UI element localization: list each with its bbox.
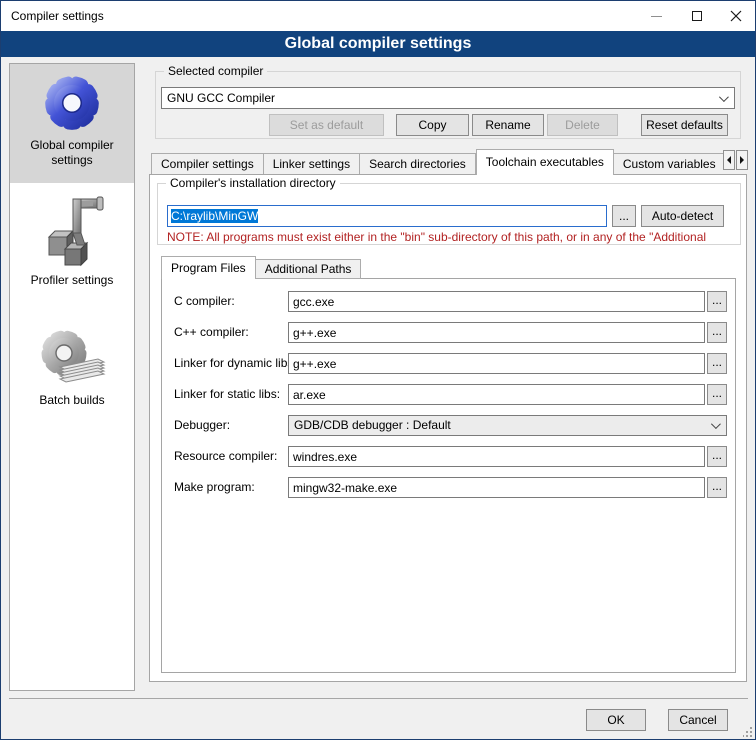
resource-compiler-input[interactable] (288, 446, 705, 467)
cpp-compiler-browse-button[interactable]: ... (707, 322, 727, 343)
program-files-panel: C compiler: ... C++ compiler: ... Linker… (161, 278, 736, 673)
installation-directory-browse-button[interactable]: ... (612, 205, 636, 227)
chevron-down-icon (711, 419, 721, 429)
chevron-down-icon (719, 92, 729, 102)
make-program-input[interactable] (288, 477, 705, 498)
installation-directory-input[interactable]: C:\raylib\MinGW (167, 205, 607, 227)
tab-toolchain-executables[interactable]: Toolchain executables (476, 149, 614, 175)
debugger-select-value: GDB/CDB debugger : Default (294, 418, 451, 432)
sidebar-item-profiler-settings[interactable]: Profiler settings (10, 191, 134, 293)
blue-gear-icon (39, 70, 105, 136)
compiler-select[interactable]: GNU GCC Compiler (161, 87, 735, 109)
compiler-settings-dialog: Compiler settings Global compiler settin… (0, 0, 756, 740)
maximize-icon (692, 11, 702, 21)
c-compiler-browse-button[interactable]: ... (707, 291, 727, 312)
linker-dynamic-browse-button[interactable]: ... (707, 353, 727, 374)
tab-scroll-left-button[interactable] (723, 150, 735, 170)
tab-additional-paths[interactable]: Additional Paths (256, 259, 362, 279)
ok-button[interactable]: OK (586, 709, 646, 731)
minimize-button[interactable] (639, 1, 673, 31)
gray-gear-stack-icon (34, 321, 110, 391)
installation-directory-value: C:\raylib\MinGW (171, 209, 258, 223)
debugger-select[interactable]: GDB/CDB debugger : Default (288, 415, 727, 436)
installation-directory-group-label: Compiler's installation directory (166, 176, 340, 190)
caliper-tool-icon (37, 193, 107, 271)
c-compiler-input[interactable] (288, 291, 705, 312)
sidebar-item-label: Batch builds (10, 391, 134, 414)
linker-dynamic-input[interactable] (288, 353, 705, 374)
tab-scroll-right-button[interactable] (736, 150, 748, 170)
compiler-select-value: GNU GCC Compiler (167, 91, 275, 105)
selected-compiler-group-label: Selected compiler (164, 64, 267, 78)
tab-linker-settings[interactable]: Linker settings (264, 153, 360, 175)
cpp-compiler-input[interactable] (288, 322, 705, 343)
make-program-label: Make program: (174, 477, 255, 498)
linker-dynamic-label: Linker for dynamic libs: (174, 353, 297, 374)
set-as-default-button: Set as default (269, 114, 384, 136)
bin-subdirectory-note: NOTE: All programs must exist either in … (167, 230, 735, 244)
arrow-right-icon (740, 156, 744, 164)
arrow-left-icon (727, 156, 731, 164)
linker-static-browse-button[interactable]: ... (707, 384, 727, 405)
sidebar-item-global-compiler-settings[interactable]: Global compiler settings (10, 64, 134, 183)
debugger-label: Debugger: (174, 415, 230, 436)
linker-static-input[interactable] (288, 384, 705, 405)
close-button[interactable] (719, 1, 753, 31)
make-program-browse-button[interactable]: ... (707, 477, 727, 498)
window-title: Compiler settings (11, 9, 104, 23)
tab-search-directories[interactable]: Search directories (360, 153, 476, 175)
reset-defaults-button[interactable]: Reset defaults (641, 114, 728, 136)
resource-compiler-browse-button[interactable]: ... (707, 446, 727, 467)
footer-separator (9, 698, 748, 699)
rename-button[interactable]: Rename (472, 114, 544, 136)
program-files-tabs: Program Files Additional Paths (161, 256, 361, 279)
cancel-button[interactable]: Cancel (668, 709, 728, 731)
auto-detect-button[interactable]: Auto-detect (641, 205, 724, 227)
tab-compiler-settings[interactable]: Compiler settings (151, 153, 264, 175)
titlebar: Compiler settings (1, 1, 755, 31)
cpp-compiler-label: C++ compiler: (174, 322, 249, 343)
sidebar-item-batch-builds[interactable]: Batch builds (10, 319, 134, 419)
sidebar-item-label: Profiler settings (10, 271, 134, 294)
dialog-heading: Global compiler settings (1, 31, 755, 57)
tab-custom-variables[interactable]: Custom variables (614, 153, 723, 175)
copy-button[interactable]: Copy (396, 114, 469, 136)
minimize-icon (651, 16, 662, 17)
settings-category-list: Global compiler settings (9, 63, 135, 691)
compiler-tabs: Compiler settings Linker settings Search… (151, 149, 723, 175)
tab-program-files[interactable]: Program Files (161, 256, 256, 279)
delete-button: Delete (547, 114, 618, 136)
close-icon (730, 10, 742, 22)
sidebar-item-label: Global compiler settings (10, 136, 134, 174)
resource-compiler-label: Resource compiler: (174, 446, 277, 467)
c-compiler-label: C compiler: (174, 291, 235, 312)
linker-static-label: Linker for static libs: (174, 384, 280, 405)
resize-grip[interactable] (743, 727, 753, 737)
maximize-button[interactable] (680, 1, 714, 31)
